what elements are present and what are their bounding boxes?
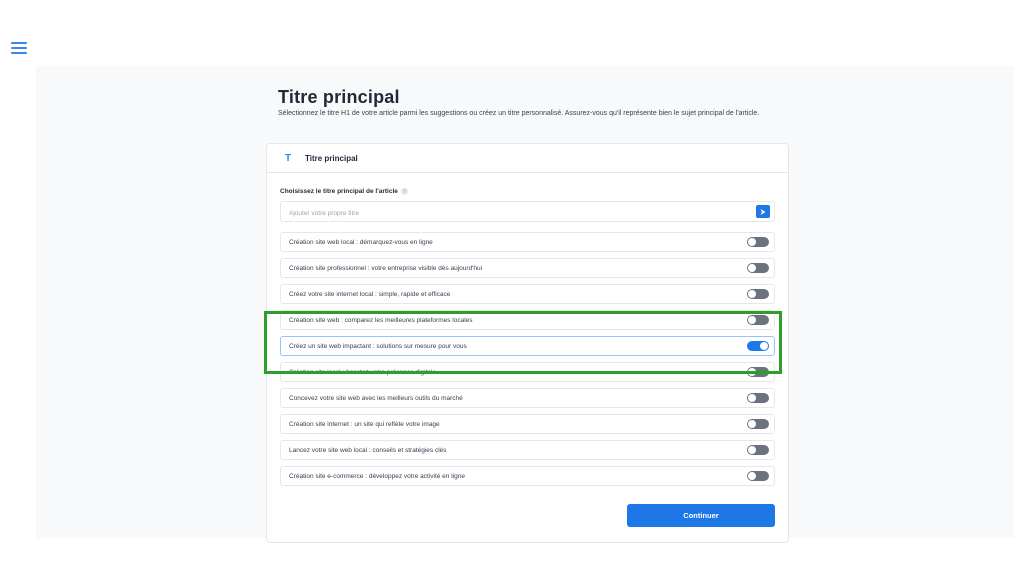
title-option[interactable]: Création site internet : un site qui ref… [280, 414, 775, 434]
help-circle-icon[interactable]: ? [400, 188, 408, 195]
title-option-toggle[interactable] [747, 445, 769, 455]
section-label-text: Choisissez le titre principal de l'artic… [280, 188, 398, 195]
card-header-label: Titre principal [305, 153, 358, 163]
section-label: Choisissez le titre principal de l'artic… [280, 188, 408, 195]
page-description: Sélectionnez le titre H1 de votre articl… [278, 110, 760, 117]
title-option-toggle[interactable] [747, 289, 769, 299]
title-option-label: Création site web : comparez les meilleu… [289, 316, 473, 324]
t-letter-icon: T [285, 152, 292, 164]
title-option[interactable]: Création site web local : démarquez-vous… [280, 232, 775, 252]
continue-button[interactable]: Continuer [627, 504, 775, 527]
title-option[interactable]: Création site local : boostez votre prés… [280, 362, 775, 382]
title-card: T Titre principal Choisissez le titre pr… [266, 143, 789, 543]
card-header: T Titre principal [267, 144, 788, 173]
title-option-label: Création site internet : un site qui ref… [289, 420, 440, 428]
title-option-label: Créez votre site internet local : simple… [289, 290, 451, 298]
page-header: Titre principal Sélectionnez le titre H1… [278, 86, 788, 120]
title-option-toggle[interactable] [747, 471, 769, 481]
title-option-label: Création site web local : démarquez-vous… [289, 238, 433, 246]
title-option-label: Lancez votre site web local : conseils e… [289, 446, 447, 454]
title-option[interactable]: Créez un site web impactant : solutions … [280, 336, 775, 356]
send-button[interactable] [756, 205, 770, 218]
title-option-label: Créez un site web impactant : solutions … [289, 342, 467, 350]
title-option[interactable]: Création site web : comparez les meilleu… [280, 310, 775, 330]
title-option[interactable]: Création site e-commerce : développez vo… [280, 466, 775, 486]
title-option[interactable]: Lancez votre site web local : conseils e… [280, 440, 775, 460]
title-option-toggle[interactable] [747, 419, 769, 429]
title-option-label: Création site local : boostez votre prés… [289, 368, 437, 376]
custom-title-field [280, 201, 775, 223]
title-option-label: Concevez votre site web avec les meilleu… [289, 394, 463, 402]
arrow-right-icon [760, 208, 766, 215]
title-option-label: Création site professionnel : votre entr… [289, 264, 483, 272]
title-option-toggle[interactable] [747, 367, 769, 377]
title-option[interactable]: Création site professionnel : votre entr… [280, 258, 775, 278]
page-title: Titre principal [278, 87, 400, 107]
custom-title-input[interactable] [281, 204, 741, 223]
title-option[interactable]: Concevez votre site web avec les meilleu… [280, 388, 775, 408]
title-option-toggle[interactable] [747, 237, 769, 247]
title-option[interactable]: Créez votre site internet local : simple… [280, 284, 775, 304]
title-option-toggle[interactable] [747, 341, 769, 351]
title-option-label: Création site e-commerce : développez vo… [289, 472, 465, 480]
title-option-toggle[interactable] [747, 263, 769, 273]
title-option-toggle[interactable] [747, 315, 769, 325]
title-option-toggle[interactable] [747, 393, 769, 403]
hamburger-menu-icon[interactable] [11, 42, 27, 56]
